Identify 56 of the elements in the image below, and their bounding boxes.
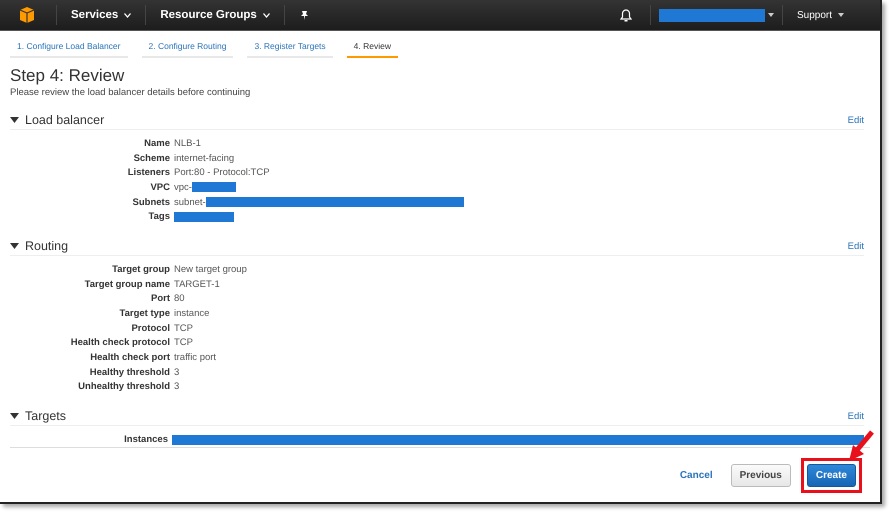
field-label: Target group (111, 264, 170, 275)
edit-link[interactable]: Edit (848, 114, 864, 126)
field-value: internet-facing (174, 152, 234, 164)
previous-button[interactable]: Previous (730, 464, 791, 487)
field-value: 3 (174, 381, 180, 392)
field-label: Listeners (126, 167, 170, 178)
edit-link[interactable]: Edit (848, 240, 864, 252)
field-label: Health check port (89, 352, 170, 364)
field-value: Port:80 - Protocol:TCP (174, 167, 270, 178)
field-label: Name (143, 138, 170, 149)
create-button[interactable]: Create (806, 464, 856, 487)
cube-logo-icon[interactable] (18, 6, 36, 24)
field-value: vpc- (174, 182, 192, 193)
field-value: 3 (174, 366, 180, 378)
field-value: traffic port (174, 352, 216, 364)
field-label: Target group name (84, 278, 170, 290)
section-title: Targets (25, 409, 67, 424)
collapse-triangle-icon[interactable] (10, 243, 19, 250)
caret-icon (768, 13, 774, 17)
field-value: subnet- (174, 196, 206, 208)
field-value: 80 (174, 293, 185, 304)
field-value: instance (174, 308, 210, 320)
field-label: Instances (123, 434, 168, 446)
field-value: NLB-1 (174, 138, 201, 149)
field-label: Protocol (130, 322, 170, 334)
field-label: Scheme (132, 152, 170, 164)
field-label: Subnets (132, 196, 170, 208)
field-value: TCP (174, 322, 193, 334)
field-label: Tags (148, 211, 170, 222)
field-label: Healthy threshold (88, 366, 170, 378)
field-value: New target group (174, 264, 247, 275)
wizard-tab[interactable]: 4. Review (346, 41, 398, 58)
collapse-triangle-icon[interactable] (10, 413, 19, 420)
nav-menu[interactable]: Services (56, 5, 146, 25)
field-label: Unhealthy threshold (77, 381, 170, 392)
support-menu[interactable]: Support (782, 5, 858, 25)
section-title: Routing (25, 239, 70, 254)
wizard-tab[interactable]: 2. Configure Routing (142, 41, 234, 58)
field-label: VPC (149, 182, 170, 193)
cancel-link[interactable]: Cancel (672, 464, 721, 487)
pin-icon (298, 10, 310, 20)
collapse-triangle-icon[interactable] (10, 117, 19, 123)
caret-icon (838, 13, 844, 17)
field-value: TARGET-1 (174, 278, 220, 290)
field-label: Target type (118, 308, 170, 320)
wizard-tab[interactable]: 1. Configure Load Balancer (10, 41, 128, 58)
nav-menu[interactable]: Resource Groups (145, 5, 284, 25)
edit-link[interactable]: Edit (848, 410, 864, 422)
bell-icon[interactable] (620, 8, 632, 22)
field-value: TCP (174, 337, 193, 348)
page-subtitle: Please review the load balancer details before continuing (10, 87, 252, 98)
field-label: Port (150, 293, 170, 304)
page-title: Step 4: Review (10, 66, 126, 86)
field-label: Health check protocol (70, 337, 170, 348)
wizard-tab[interactable]: 3. Register Targets (247, 41, 333, 58)
section-title: Load balancer (25, 113, 106, 127)
